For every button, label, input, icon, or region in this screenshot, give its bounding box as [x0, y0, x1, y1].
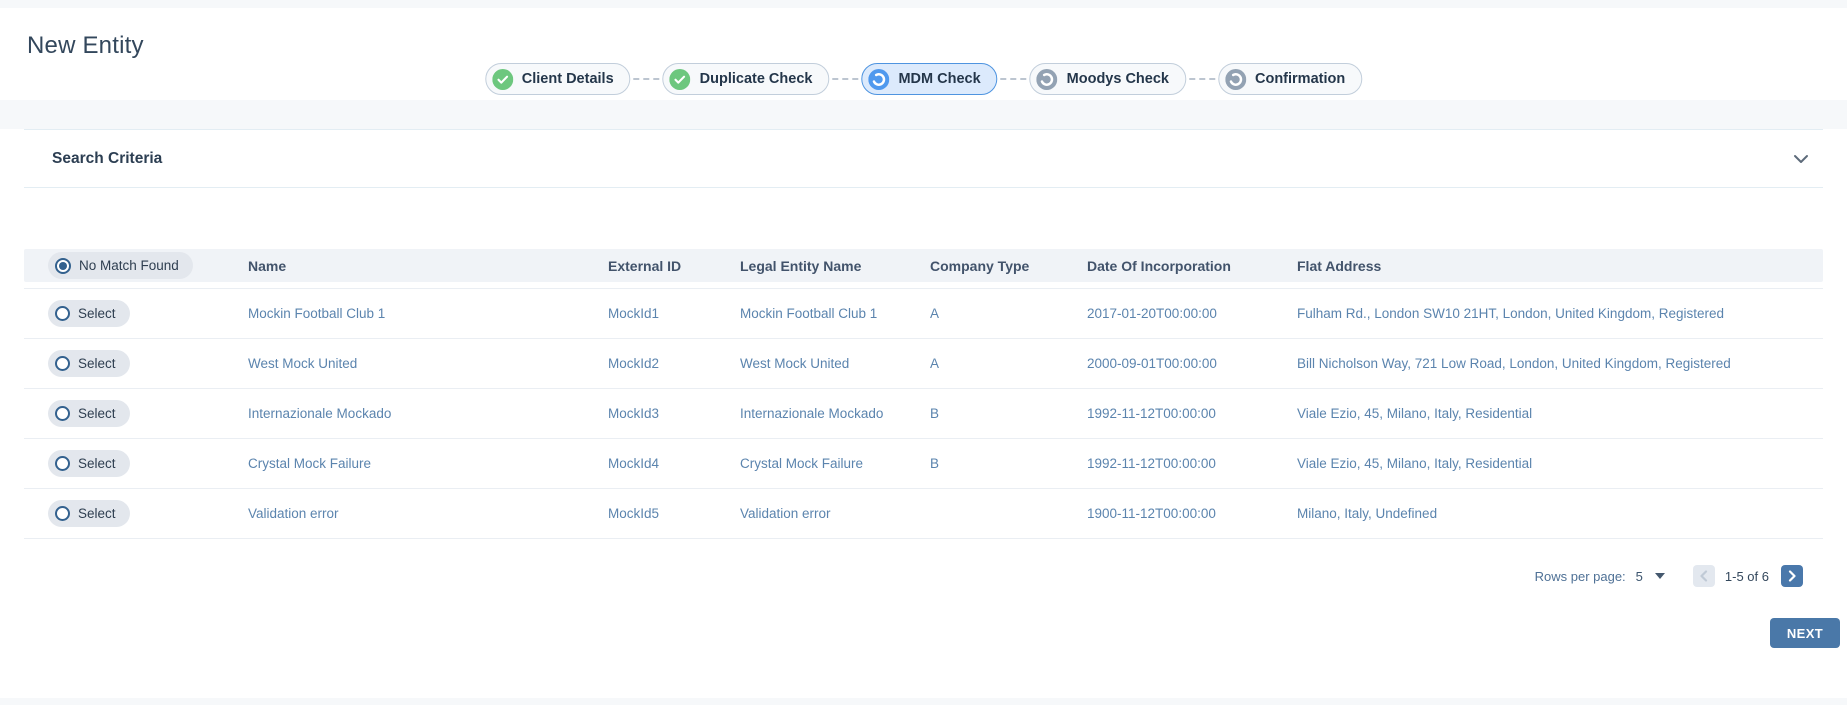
cell-legal-entity-name: West Mock United [740, 356, 850, 371]
cell-legal-entity-name: Crystal Mock Failure [740, 456, 864, 471]
select-option[interactable]: Select [48, 400, 130, 427]
cell-name: Validation error [248, 506, 339, 521]
step-connector [832, 78, 859, 80]
cell-date-of-incorporation: 2017-01-20T00:00:00 [1087, 306, 1217, 321]
column-header-company-type: Company Type [930, 257, 1030, 274]
select-label: Select [78, 306, 116, 321]
select-option[interactable]: Select [48, 500, 130, 527]
column-header-name: Name [248, 257, 287, 274]
step-duplicate-check[interactable]: Duplicate Check [662, 63, 830, 95]
check-circle-icon [669, 68, 691, 90]
radio-unselected-icon [55, 456, 70, 471]
rows-per-page-label: Rows per page: [1534, 568, 1626, 584]
radio-selected-icon [55, 257, 71, 274]
table-body: Select Mockin Football Club 1 MockId1 Mocki… [24, 288, 1823, 539]
page-range-label: 1-5 of 6 [1724, 568, 1769, 584]
results-table: No Match Found Name External ID Legal En… [24, 249, 1823, 539]
column-header-legal-entity-name: Legal Entity Name [740, 257, 862, 274]
cell-flat-address: Viale Ezio, 45, Milano, Italy, Residenti… [1297, 406, 1533, 421]
step-mdm-check[interactable]: MDM Check [861, 63, 998, 95]
column-header-date-of-incorporation: Date Of Incorporation [1087, 257, 1231, 274]
cell-legal-entity-name: Internazionale Mockado [740, 406, 884, 421]
table-row: Select Internazionale Mockado MockId3 Inter… [24, 389, 1823, 439]
cell-company-type: A [930, 356, 940, 371]
column-header-external-id: External ID [608, 257, 682, 274]
cell-external-id: MockId1 [608, 306, 660, 321]
step-label: Duplicate Check [699, 71, 813, 87]
cell-flat-address: Fulham Rd., London SW10 21HT, London, Un… [1297, 306, 1724, 321]
column-header-flat-address: Flat Address [1297, 257, 1382, 274]
caret-down-icon [1654, 573, 1665, 579]
step-confirmation[interactable]: Confirmation [1218, 63, 1363, 95]
select-label: Select [78, 456, 116, 471]
search-criteria-title: Search Criteria [52, 149, 163, 167]
wizard-stepper: Client Details Duplicate Check MDM Check Mo… [484, 63, 1363, 95]
no-match-found-label: No Match Found [79, 258, 179, 273]
step-label: Moodys Check [1066, 71, 1169, 87]
no-match-found-option[interactable]: No Match Found [48, 252, 193, 279]
cell-name: Crystal Mock Failure [248, 456, 372, 471]
search-criteria-header[interactable]: Search Criteria [24, 129, 1823, 188]
next-button[interactable]: NEXT [1770, 618, 1840, 648]
step-label: Client Details [521, 71, 614, 87]
cell-company-type: B [930, 406, 940, 421]
check-circle-icon [491, 68, 513, 90]
radio-unselected-icon [55, 406, 70, 421]
cell-flat-address: Viale Ezio, 45, Milano, Italy, Residenti… [1297, 456, 1533, 471]
rows-per-page-select[interactable]: 5 [1636, 569, 1665, 584]
cell-flat-address: Bill Nicholson Way, 721 Low Road, London… [1297, 356, 1731, 371]
app-header: New Entity Client Details Duplicate Check… [0, 8, 1847, 100]
cell-company-type: A [930, 306, 940, 321]
table-row: Select West Mock United MockId2 West Mock U… [24, 339, 1823, 389]
cell-name: Internazionale Mockado [248, 406, 392, 421]
select-option[interactable]: Select [48, 450, 130, 477]
content-card: Search Criteria No Match Found Name Exte… [0, 129, 1847, 698]
step-moodys-check[interactable]: Moodys Check [1029, 63, 1186, 95]
next-page-button[interactable] [1781, 565, 1803, 587]
cell-company-type: B [930, 456, 940, 471]
radio-unselected-icon [55, 506, 70, 521]
cell-legal-entity-name: Validation error [740, 506, 831, 521]
step-label: Confirmation [1255, 71, 1346, 87]
step-client-details[interactable]: Client Details [484, 63, 631, 95]
cell-external-id: MockId4 [608, 456, 660, 471]
pagination: Rows per page: 5 1-5 of 6 [24, 565, 1803, 587]
chevron-left-icon [1700, 570, 1708, 582]
select-label: Select [78, 506, 116, 521]
cell-name: West Mock United [248, 356, 358, 371]
step-connector [633, 78, 660, 80]
rows-per-page-value: 5 [1635, 568, 1643, 584]
table-row: Select Crystal Mock Failure MockId4 Crystal… [24, 439, 1823, 489]
cell-date-of-incorporation: 1992-11-12T00:00:00 [1087, 456, 1216, 471]
prev-page-button[interactable] [1692, 565, 1715, 587]
radio-unselected-icon [55, 356, 70, 371]
cell-date-of-incorporation: 1900-11-12T00:00:00 [1087, 506, 1216, 521]
progress-circle-icon [1036, 68, 1058, 90]
chevron-down-icon[interactable] [1793, 154, 1809, 164]
step-connector [1000, 78, 1027, 80]
select-option[interactable]: Select [48, 300, 130, 327]
cell-legal-entity-name: Mockin Football Club 1 [740, 306, 878, 321]
cell-flat-address: Milano, Italy, Undefined [1297, 506, 1438, 521]
progress-circle-icon-active [868, 68, 890, 90]
cell-date-of-incorporation: 2000-09-01T00:00:00 [1087, 356, 1217, 371]
cell-external-id: MockId2 [608, 356, 660, 371]
cell-external-id: MockId5 [608, 506, 660, 521]
cell-external-id: MockId3 [608, 406, 660, 421]
table-header-row: No Match Found Name External ID Legal En… [24, 249, 1823, 282]
chevron-right-icon [1788, 570, 1796, 582]
radio-unselected-icon [55, 306, 70, 321]
step-label: MDM Check [898, 71, 981, 87]
progress-circle-icon [1225, 68, 1246, 90]
table-row: Select Mockin Football Club 1 MockId1 Mocki… [24, 289, 1823, 339]
table-row: Select Validation error MockId5 Validation … [24, 489, 1823, 539]
select-label: Select [78, 356, 116, 371]
select-option[interactable]: Select [48, 350, 130, 377]
step-connector [1189, 78, 1215, 80]
cell-name: Mockin Football Club 1 [248, 306, 386, 321]
cell-date-of-incorporation: 1992-11-12T00:00:00 [1087, 406, 1216, 421]
select-label: Select [78, 406, 116, 421]
page-title: New Entity [27, 32, 144, 59]
